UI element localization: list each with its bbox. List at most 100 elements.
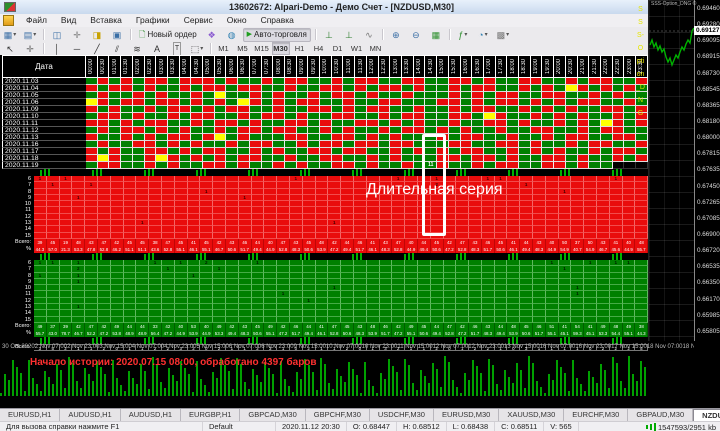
heat-cell bbox=[332, 155, 344, 162]
timeframe-W1[interactable]: W1 bbox=[348, 42, 366, 55]
zoom-in-button[interactable]: ⊕ bbox=[387, 28, 405, 42]
menu-item-Сервис[interactable]: Сервис bbox=[177, 14, 220, 27]
menu-item-Вставка[interactable]: Вставка bbox=[83, 14, 129, 27]
periods-icon: ◔ bbox=[478, 29, 483, 41]
bar-chart-button[interactable]: ⊥ bbox=[320, 28, 338, 42]
timeframe-H4[interactable]: H4 bbox=[310, 42, 328, 55]
heat-cell bbox=[589, 85, 601, 92]
trendline-button[interactable]: ╱ bbox=[88, 42, 106, 56]
x-axis-label: 10 Nov 23:00 bbox=[362, 344, 398, 350]
timeframe-MN[interactable]: MN bbox=[367, 42, 385, 55]
new-order-button[interactable]: 🗋Новый ордер bbox=[135, 28, 201, 42]
shapes-button[interactable]: ⬚▾ bbox=[188, 42, 206, 56]
percent-value-cell: 51.7 bbox=[239, 246, 252, 253]
crosshair-button[interactable]: ✛ bbox=[21, 42, 39, 56]
channel-button[interactable]: ⫽ bbox=[108, 42, 126, 56]
heat-cell bbox=[390, 85, 402, 92]
status-profile[interactable]: Default bbox=[203, 422, 276, 431]
heat-cell bbox=[402, 106, 414, 113]
menu-item-Вид[interactable]: Вид bbox=[54, 14, 83, 27]
market-watch-button[interactable]: ◫ bbox=[48, 28, 66, 42]
spark-bar bbox=[256, 253, 258, 260]
horizontal-line-button[interactable]: ─ bbox=[68, 42, 86, 56]
timeframe-M5[interactable]: M5 bbox=[234, 42, 252, 55]
periods-button[interactable]: ◔▾ bbox=[474, 28, 492, 42]
metaeditor-button[interactable]: ❖ bbox=[203, 28, 221, 42]
heat-cell bbox=[425, 92, 437, 99]
timeframe-H1[interactable]: H1 bbox=[291, 42, 309, 55]
volume-bar bbox=[0, 393, 2, 396]
heat-cell bbox=[98, 106, 110, 113]
heat-cell bbox=[226, 99, 238, 106]
heat-cell bbox=[414, 106, 426, 113]
time-axis[interactable]: 30 Oct 20202 Nov 07:002 Nov 23:003 Nov 1… bbox=[2, 341, 694, 353]
tile-windows-button[interactable]: ▦ bbox=[427, 28, 445, 42]
heat-cell bbox=[542, 155, 554, 162]
timeframe-M30[interactable]: M30 bbox=[272, 42, 290, 55]
text-button[interactable]: A bbox=[148, 42, 166, 56]
navigator-button[interactable]: ◨ bbox=[88, 28, 106, 42]
vertical-line-icon: │ bbox=[54, 43, 60, 55]
status-low: L: 0.68438 bbox=[447, 422, 495, 431]
heat-cell bbox=[613, 127, 625, 134]
heat-cell bbox=[472, 155, 484, 162]
heat-cell bbox=[531, 134, 543, 141]
timeframe-M15[interactable]: M15 bbox=[253, 42, 271, 55]
heat-cell bbox=[437, 78, 449, 85]
menu-item-Справка[interactable]: Справка bbox=[254, 14, 301, 27]
autotrade-button[interactable]: ▶Авто-торговля bbox=[243, 28, 311, 42]
timeframe-D1[interactable]: D1 bbox=[329, 42, 347, 55]
heat-cell bbox=[542, 92, 554, 99]
line-chart-button[interactable]: ∿ bbox=[360, 28, 378, 42]
volume-bar bbox=[528, 356, 530, 396]
total-value-cell: 50 bbox=[584, 239, 597, 246]
heat-cell bbox=[519, 148, 531, 155]
timeframe-M1[interactable]: M1 bbox=[215, 42, 233, 55]
heat-cell bbox=[215, 134, 227, 141]
heat-cell bbox=[578, 113, 590, 120]
price-chart-strip[interactable]: SSS-Option_DNG © SSS-Option_DNG bbox=[648, 0, 695, 341]
menu-item-Графики[interactable]: Графики bbox=[129, 14, 177, 27]
x-axis-label: 10 Nov 07:00 bbox=[326, 344, 362, 350]
cursor-button[interactable]: ↖ bbox=[1, 42, 19, 56]
price-scale[interactable]: 0.694600.692800.690950.689150.687300.685… bbox=[694, 0, 720, 341]
volume-bar bbox=[108, 392, 110, 396]
volume-bar bbox=[452, 380, 454, 396]
text-label-button[interactable]: T bbox=[168, 42, 186, 56]
chart-menu-icon[interactable] bbox=[3, 15, 14, 26]
data-window-button[interactable]: ✛ bbox=[68, 28, 86, 42]
menu-item-Файл[interactable]: Файл bbox=[19, 14, 54, 27]
date-heatmap: 2020.11.032020.11.042020.11.052020.11.06… bbox=[2, 78, 648, 169]
menu-item-Окно[interactable]: Окно bbox=[220, 14, 254, 27]
heat-cell bbox=[613, 113, 625, 120]
fibonacci-button[interactable]: ≋ bbox=[128, 42, 146, 56]
profiles-button[interactable]: ▤▾ bbox=[21, 28, 39, 42]
heat-cell bbox=[273, 134, 285, 141]
date-row: 2020.11.18 bbox=[2, 155, 648, 162]
heat-cell bbox=[226, 162, 238, 169]
heat-cell bbox=[367, 134, 379, 141]
percent-value-cell: 47.8 bbox=[85, 246, 98, 253]
heat-cell bbox=[531, 85, 543, 92]
vertical-line-button[interactable]: │ bbox=[48, 42, 66, 56]
new-chart-button[interactable]: ▦▾ bbox=[1, 28, 19, 42]
toolbar-separator bbox=[43, 29, 44, 40]
heat-cell bbox=[273, 148, 285, 155]
indicator-label: SSS-Option_DNG © bbox=[651, 1, 696, 7]
time-column-header: 23:00 bbox=[624, 55, 636, 78]
terminal-button[interactable]: ▣ bbox=[108, 28, 126, 42]
candlestick-button[interactable]: ⊥ bbox=[340, 28, 358, 42]
heat-cell bbox=[109, 113, 121, 120]
templates-button[interactable]: ▩▾ bbox=[494, 28, 512, 42]
indicators-button[interactable]: ƒ▾ bbox=[454, 28, 472, 42]
heat-cell bbox=[156, 113, 168, 120]
mql-community-button[interactable]: ◍ bbox=[223, 28, 241, 42]
heat-cell bbox=[121, 141, 133, 148]
volume-bar bbox=[20, 373, 22, 396]
heat-cell bbox=[273, 113, 285, 120]
heat-cell bbox=[507, 85, 519, 92]
percent-value-cell: 50.6 bbox=[252, 330, 265, 337]
percent-value-cell: 55.1 bbox=[405, 330, 418, 337]
heat-cell bbox=[531, 99, 543, 106]
zoom-out-button[interactable]: ⊖ bbox=[407, 28, 425, 42]
